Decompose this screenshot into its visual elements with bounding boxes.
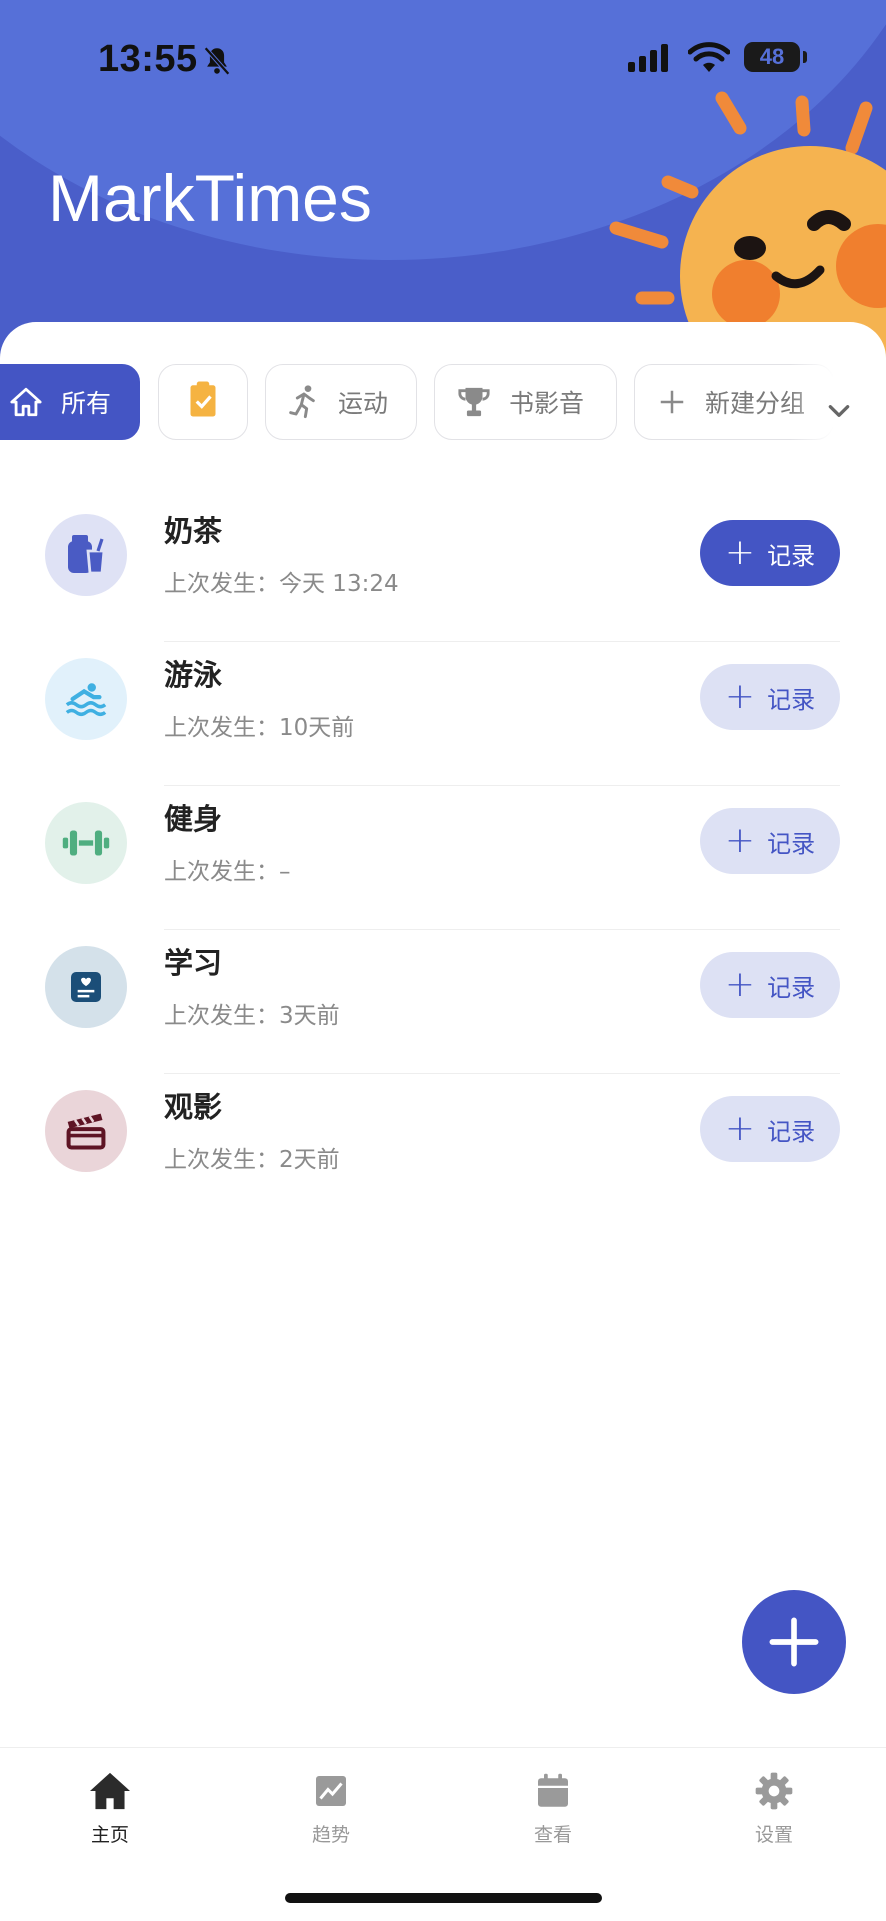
plus-icon: + (724, 676, 756, 717)
plus-icon: + (724, 964, 756, 1005)
record-label: 记录 (767, 973, 816, 1002)
record-label: 记录 (767, 541, 816, 570)
item-name: 游泳 (164, 658, 223, 692)
trend-chart-icon (271, 1768, 391, 1814)
trophy-icon (457, 385, 491, 419)
plus-icon: + (724, 1108, 756, 1149)
plus-icon: + (724, 820, 756, 861)
plus-icon: + (724, 532, 756, 573)
home-icon (50, 1768, 170, 1814)
chip-sport[interactable]: 运动 (265, 364, 417, 440)
tab-label: 趋势 (311, 1824, 350, 1846)
plus-icon (657, 387, 687, 417)
battery-level: 48 (744, 42, 800, 72)
chip-todo[interactable] (158, 364, 248, 440)
item-name: 观影 (164, 1090, 223, 1124)
tab-view[interactable]: 查看 (493, 1768, 613, 1847)
chip-media[interactable]: 书影音 (434, 364, 617, 440)
record-button[interactable]: + 记录 (700, 1096, 840, 1162)
record-button[interactable]: + 记录 (700, 952, 840, 1018)
clapperboard-icon (45, 1090, 127, 1172)
tab-label: 主页 (90, 1824, 129, 1846)
chip-label: 书影音 (509, 389, 585, 418)
list-item[interactable]: 奶茶 上次发生：今天 13:24 + 记录 (0, 498, 886, 642)
list-item[interactable]: 健身 上次发生：– + 记录 (0, 786, 886, 930)
gear-icon (714, 1768, 834, 1814)
record-label: 记录 (767, 1117, 816, 1146)
record-button[interactable]: + 记录 (700, 664, 840, 730)
clipboard-check-icon (188, 380, 218, 424)
tab-settings[interactable]: 设置 (714, 1768, 834, 1847)
item-last-time: 上次发生：3天前 (164, 1003, 340, 1029)
dumbbell-icon (45, 802, 127, 884)
record-label: 记录 (767, 685, 816, 714)
chip-label: 所有 (61, 389, 112, 418)
swimming-icon (45, 658, 127, 740)
chevron-down-icon[interactable] (826, 398, 852, 424)
item-name: 奶茶 (164, 514, 223, 548)
sun-mascot-icon (609, 91, 886, 360)
tab-home[interactable]: 主页 (50, 1768, 170, 1847)
item-last-time: 上次发生：– (164, 859, 291, 885)
item-last-time: 上次发生：今天 13:24 (164, 571, 399, 597)
item-name: 健身 (164, 802, 223, 836)
record-label: 记录 (767, 829, 816, 858)
calendar-icon (493, 1768, 613, 1814)
tab-label: 查看 (533, 1824, 572, 1846)
wifi-icon (688, 42, 730, 72)
category-chips: 所有 运动 书影音 新建分组 (0, 364, 886, 444)
chip-all[interactable]: 所有 (0, 364, 140, 440)
list-item[interactable]: 游泳 上次发生：10天前 + 记录 (0, 642, 886, 786)
record-list: 奶茶 上次发生：今天 13:24 + 记录 游泳 上次发生：10天前 + 记录 … (0, 498, 886, 1218)
list-item[interactable]: 观影 上次发生：2天前 + 记录 (0, 1074, 886, 1218)
tab-trends[interactable]: 趋势 (271, 1768, 391, 1847)
record-button[interactable]: + 记录 (700, 808, 840, 874)
battery-tip (803, 51, 807, 63)
home-indicator (285, 1893, 602, 1903)
item-name: 学习 (164, 946, 223, 980)
record-button[interactable]: + 记录 (700, 520, 840, 586)
milk-tea-icon (45, 514, 127, 596)
app-title: MarkTimes (48, 161, 372, 235)
chip-label: 运动 (338, 389, 389, 418)
add-item-button[interactable] (742, 1590, 846, 1694)
item-last-time: 上次发生：2天前 (164, 1147, 340, 1173)
notebook-icon (45, 946, 127, 1028)
status-time: 13:55 (98, 38, 198, 80)
plus-icon (769, 1617, 819, 1667)
running-icon (288, 384, 320, 420)
home-icon (9, 386, 43, 418)
cellular-signal-icon (628, 44, 668, 72)
tab-label: 设置 (754, 1824, 793, 1846)
header-banner: 13:55 48 MarkTimes (0, 0, 886, 360)
bell-muted-icon (204, 46, 230, 76)
item-last-time: 上次发生：10天前 (164, 715, 355, 741)
list-item[interactable]: 学习 上次发生：3天前 + 记录 (0, 930, 886, 1074)
